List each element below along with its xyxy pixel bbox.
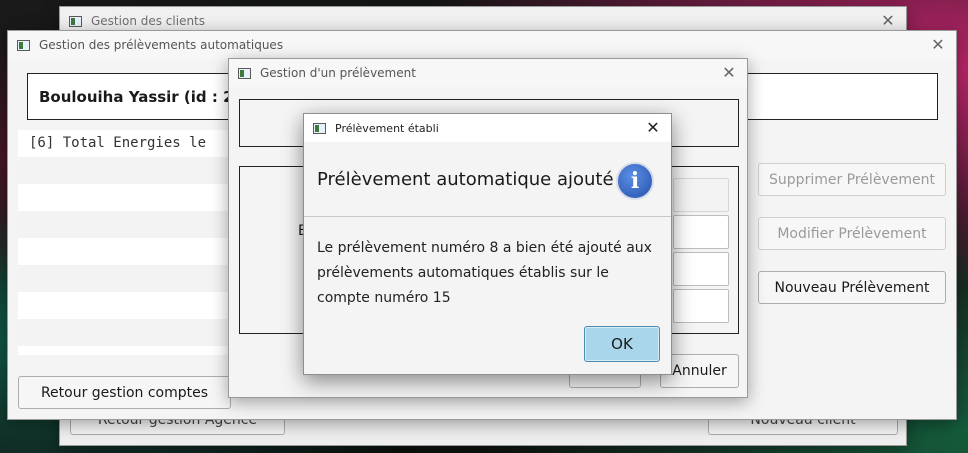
dialog-header-text: Prélèvement automatique ajouté	[317, 168, 614, 190]
prelevements-titlebar: Gestion des prélèvements automatiques ✕	[8, 31, 956, 59]
confirmation-dialog: Prélèvement établi ✕ Prélèvement automat…	[303, 113, 672, 375]
close-icon[interactable]: ✕	[643, 118, 663, 138]
delete-prelevement-button[interactable]: Supprimer Prélèvement	[758, 163, 946, 196]
clients-window-title: Gestion des clients	[91, 14, 206, 28]
form-field[interactable]	[673, 289, 729, 323]
dialog-header: Prélèvement automatique ajouté i	[304, 142, 671, 217]
prelevements-window-title: Gestion des prélèvements automatiques	[39, 38, 284, 52]
list-item[interactable]	[18, 211, 243, 238]
new-prelevement-button[interactable]: Nouveau Prélèvement	[758, 271, 946, 304]
form-field[interactable]	[673, 252, 729, 286]
list-item[interactable]: [6] Total Energies le	[18, 130, 243, 157]
single-window-title: Gestion d'un prélèvement	[260, 66, 416, 80]
info-icon: i	[616, 162, 654, 200]
app-window-icon	[69, 15, 82, 27]
app-window-icon	[17, 39, 30, 51]
close-icon[interactable]: ✕	[719, 63, 739, 83]
list-item[interactable]	[18, 319, 243, 346]
dialog-title: Prélèvement établi	[335, 121, 439, 135]
app-window-icon	[313, 122, 326, 134]
list-item[interactable]	[18, 292, 243, 319]
single-titlebar: Gestion d'un prélèvement ✕	[229, 59, 747, 87]
close-icon[interactable]: ✕	[878, 11, 898, 31]
form-field[interactable]	[673, 178, 729, 212]
back-to-accounts-button[interactable]: Retour gestion comptes	[18, 376, 231, 409]
app-window-icon	[238, 67, 251, 79]
ok-button[interactable]: OK	[584, 326, 660, 362]
dialog-titlebar: Prélèvement établi ✕	[304, 114, 671, 142]
list-item[interactable]	[18, 265, 243, 292]
list-item[interactable]	[18, 238, 243, 265]
modify-prelevement-button[interactable]: Modifier Prélèvement	[758, 217, 946, 250]
prelevements-list[interactable]: [6] Total Energies le	[18, 130, 243, 355]
dialog-message: Le prélèvement numéro 8 a bien été ajout…	[317, 240, 652, 306]
list-item[interactable]	[18, 157, 243, 184]
close-icon[interactable]: ✕	[928, 35, 948, 55]
list-item[interactable]	[18, 184, 243, 211]
form-field[interactable]	[673, 215, 729, 249]
